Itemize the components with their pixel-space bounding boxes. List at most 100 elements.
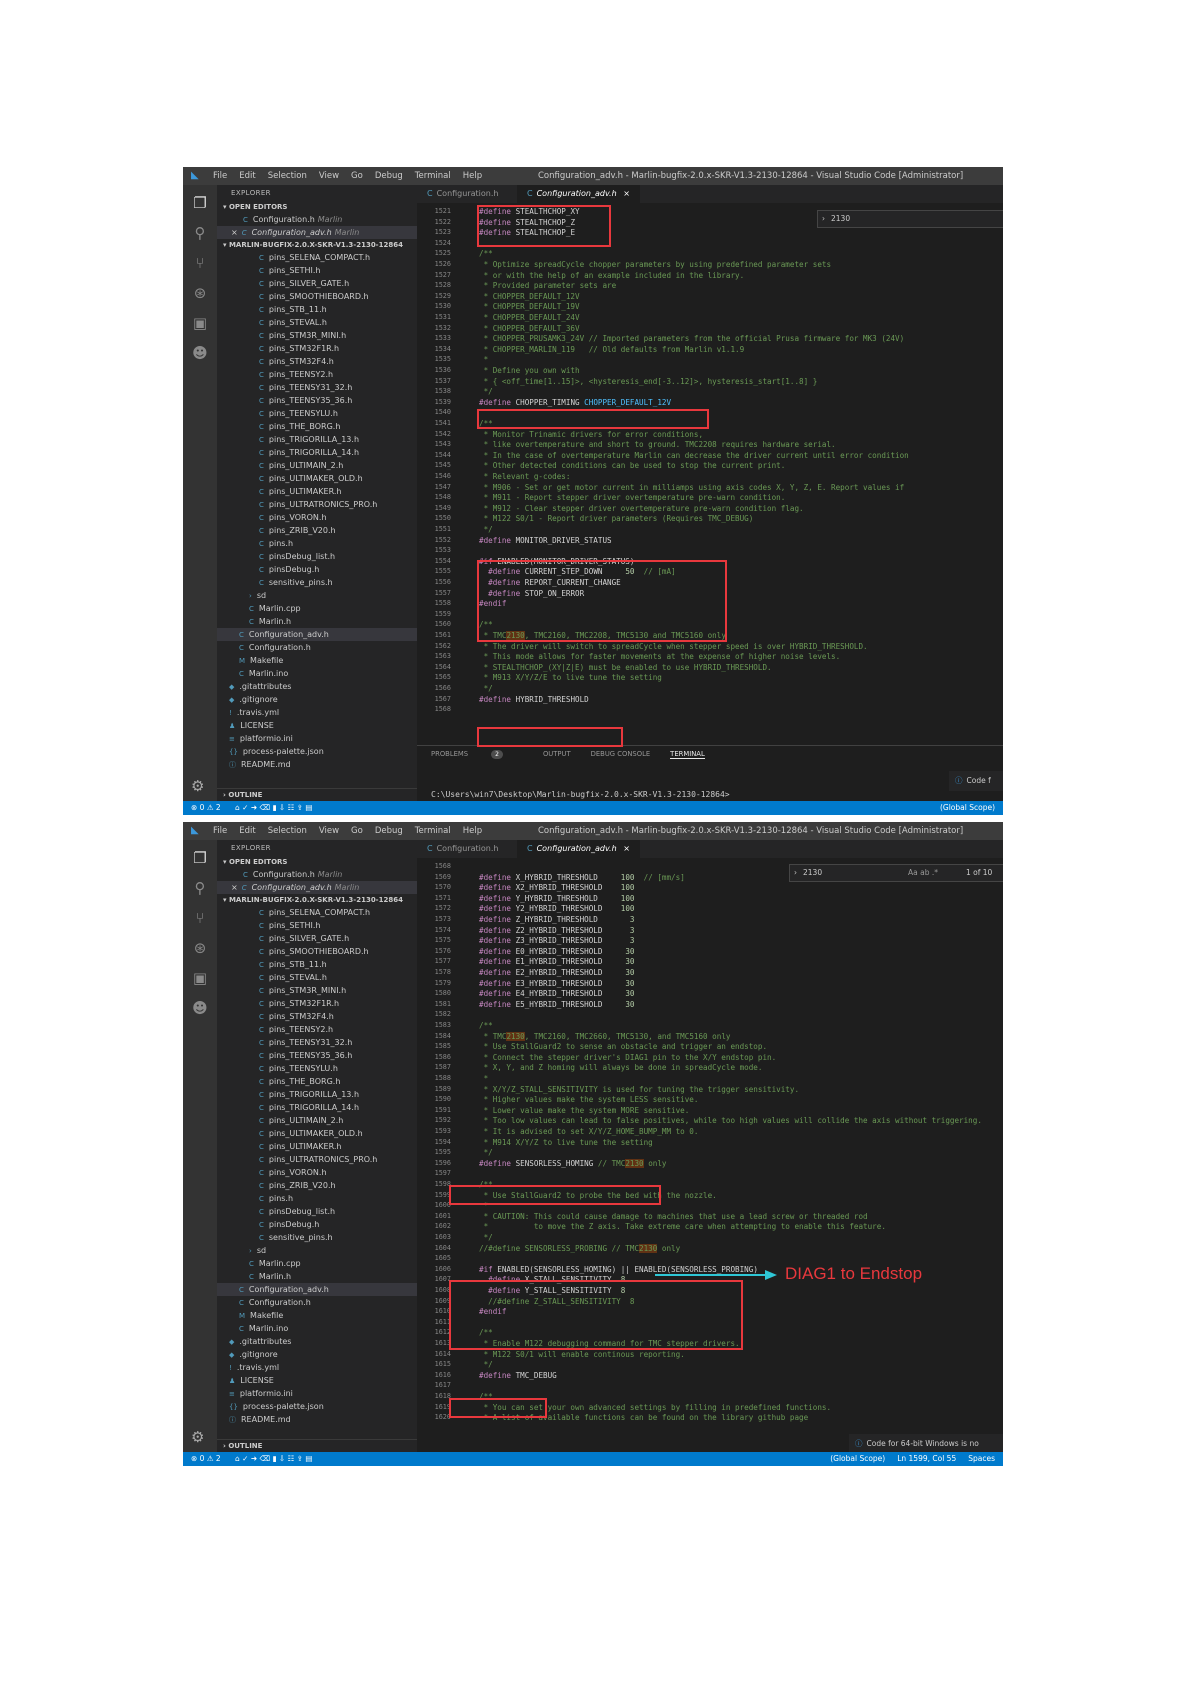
file-tree-item[interactable]: Cpins_STB_11.h — [217, 958, 417, 971]
code-line[interactable]: 1591 * Lower value make the system MORE … — [417, 1105, 1003, 1116]
menu-view[interactable]: View — [319, 826, 339, 836]
code-line[interactable]: 1571 #define Y_HYBRID_THRESHOLD 100 — [417, 893, 1003, 904]
menu-file[interactable]: File — [213, 826, 227, 836]
code-line[interactable]: 1567 #define HYBRID_THRESHOLD — [417, 694, 1003, 705]
code-line[interactable]: 1597 — [417, 1168, 1003, 1179]
status-toolbar-icons[interactable]: ⌂ ✓ ➜ ⌫ ▮ ⇩ ☷ ⇪ ▤ — [235, 1452, 313, 1466]
file-tree-item[interactable]: Cpins_TEENSY35_36.h — [217, 394, 417, 407]
file-tree-item[interactable]: Cpins_ZRIB_V20.h — [217, 1179, 417, 1192]
platformio-icon[interactable]: ☻ — [190, 343, 210, 363]
file-tree-item[interactable]: Cpins.h — [217, 1192, 417, 1205]
code-line[interactable]: 1601 * CAUTION: This could cause damage … — [417, 1211, 1003, 1222]
debug-icon[interactable]: ⊛ — [190, 283, 210, 303]
open-editor-item-active[interactable]: × C Configuration_adv.h Marlin — [217, 226, 417, 239]
code-line[interactable]: 1553 — [417, 545, 1003, 556]
find-widget[interactable]: › 2130 — [817, 210, 1003, 228]
file-tree-item[interactable]: ≡ platformio.ini — [217, 1387, 417, 1400]
file-tree-item[interactable]: Cpins_TEENSY35_36.h — [217, 1049, 417, 1062]
code-line[interactable]: 1596 #define SENSORLESS_HOMING // TMC2130… — [417, 1158, 1003, 1169]
search-icon[interactable]: ⚲ — [190, 878, 210, 898]
code-line[interactable]: 1570 #define X2_HYBRID_THRESHOLD 100 — [417, 882, 1003, 893]
code-line[interactable]: 1547 * M906 - Set or get motor current i… — [417, 482, 1003, 493]
debug-icon[interactable]: ⊛ — [190, 938, 210, 958]
menu-terminal[interactable]: Terminal — [415, 171, 451, 181]
menu-debug[interactable]: Debug — [375, 171, 403, 181]
source-control-icon[interactable]: ⑂ — [190, 253, 210, 273]
file-tree-item[interactable]: Cpins_VORON.h — [217, 511, 417, 524]
file-tree-item[interactable]: Cpins_ZRIB_V20.h — [217, 524, 417, 537]
find-input[interactable]: 2130 — [831, 214, 850, 223]
file-tree-item[interactable]: M Makefile — [217, 654, 417, 667]
tab-configuration-adv-h[interactable]: C Configuration_adv.h × — [517, 185, 640, 203]
file-tree-item[interactable]: CpinsDebug_list.h — [217, 1205, 417, 1218]
code-line[interactable]: 1588 * — [417, 1073, 1003, 1084]
status-cursor-position[interactable]: Ln 1599, Col 55 — [897, 1454, 956, 1463]
file-tree-item[interactable]: Cpins_SELENA_COMPACT.h — [217, 906, 417, 919]
code-line[interactable]: 1577 #define E1_HYBRID_THRESHOLD 30 — [417, 956, 1003, 967]
file-tree-item[interactable]: {} process-palette.json — [217, 1400, 417, 1413]
close-icon[interactable]: × — [623, 189, 630, 198]
code-line[interactable]: 1568 — [417, 704, 1003, 715]
open-editors-section[interactable]: ▾ OPEN EDITORS — [217, 201, 417, 213]
file-tree-item[interactable]: Cpins_SILVER_GATE.h — [217, 932, 417, 945]
file-tree-item[interactable]: C Configuration_adv.h — [217, 628, 417, 641]
file-tree-item[interactable]: ◆ .gitignore — [217, 1348, 417, 1361]
tab-output[interactable]: OUTPUT — [543, 750, 571, 758]
file-tree-item[interactable]: M Makefile — [217, 1309, 417, 1322]
file-tree-item[interactable]: Cpins_ULTRATRONICS_PRO.h — [217, 1153, 417, 1166]
code-line[interactable]: 1615 */ — [417, 1359, 1003, 1370]
file-tree-item[interactable]: Cpins_ULTIMAIN_2.h — [217, 1114, 417, 1127]
file-tree-item[interactable]: Cpins_STM32F1R.h — [217, 997, 417, 1010]
find-input[interactable]: 2130 — [803, 868, 822, 877]
file-tree-item[interactable]: C Marlin.h — [217, 615, 417, 628]
tab-configuration-adv-h[interactable]: C Configuration_adv.h × — [517, 840, 640, 858]
code-line[interactable]: 1537 * { <off_time[1..15]>, <hysteresis_… — [417, 376, 1003, 387]
status-indentation[interactable]: Spaces — [968, 1454, 995, 1463]
code-line[interactable]: 1592 * Too low values can lead to false … — [417, 1115, 1003, 1126]
file-tree-item[interactable]: Cpins.h — [217, 537, 417, 550]
code-line[interactable]: 1550 * M122 S0/1 - Report driver paramet… — [417, 513, 1003, 524]
code-line[interactable]: 1579 #define E3_HYBRID_THRESHOLD 30 — [417, 978, 1003, 989]
code-line[interactable]: 1548 * M911 - Report stepper driver over… — [417, 492, 1003, 503]
file-tree-item[interactable]: Cpins_THE_BORG.h — [217, 1075, 417, 1088]
tab-problems[interactable]: PROBLEMS 2 — [431, 750, 523, 759]
file-tree-item[interactable]: Cpins_STEVAL.h — [217, 316, 417, 329]
file-tree-item[interactable]: Cpins_TEENSY2.h — [217, 1023, 417, 1036]
code-line[interactable]: 1530 * CHOPPER_DEFAULT_19V — [417, 301, 1003, 312]
code-line[interactable]: 1589 * X/Y/Z_STALL_SENSITIVITY is used f… — [417, 1084, 1003, 1095]
file-tree-item[interactable]: Cpins_STM3R_MINI.h — [217, 329, 417, 342]
notification-toast[interactable]: ⓘ Code f — [949, 771, 1003, 791]
open-editor-item[interactable]: C Configuration.h Marlin — [217, 868, 417, 881]
file-tree-item[interactable]: Cpins_TRIGORILLA_14.h — [217, 446, 417, 459]
extensions-icon[interactable]: ▣ — [190, 313, 210, 333]
file-tree-item[interactable]: Cpins_STEVAL.h — [217, 971, 417, 984]
code-line[interactable]: 1617 — [417, 1380, 1003, 1391]
close-icon[interactable]: × — [231, 883, 238, 892]
file-tree-item[interactable]: Cpins_STM32F4.h — [217, 1010, 417, 1023]
code-line[interactable]: 1582 — [417, 1009, 1003, 1020]
code-line[interactable]: 1562 * The driver will switch to spreadC… — [417, 641, 1003, 652]
code-line[interactable]: 1575 #define Z3_HYBRID_THRESHOLD 3 — [417, 935, 1003, 946]
code-line[interactable]: 1584 * TMC2130, TMC2160, TMC2660, TMC513… — [417, 1031, 1003, 1042]
chevron-right-icon[interactable]: › — [794, 868, 797, 877]
code-line[interactable]: 1576 #define E0_HYBRID_THRESHOLD 30 — [417, 946, 1003, 957]
chevron-right-icon[interactable]: › — [822, 214, 825, 223]
file-tree-item[interactable]: ♟ LICENSE — [217, 1374, 417, 1387]
file-tree-item[interactable]: ◆ .gitignore — [217, 693, 417, 706]
code-editor[interactable]: 1568 1569 #define X_HYBRID_THRESHOLD 100 /… — [417, 858, 1003, 1452]
file-tree-item[interactable]: Cpins_ULTIMAKER_OLD.h — [217, 472, 417, 485]
menu-selection[interactable]: Selection — [268, 826, 307, 836]
code-line[interactable]: 1535 * — [417, 354, 1003, 365]
open-editors-section[interactable]: ▾ OPEN EDITORS — [217, 856, 417, 868]
open-editor-item-active[interactable]: × C Configuration_adv.h Marlin — [217, 881, 417, 894]
code-line[interactable]: 1534 * CHOPPER_MARLIN_119 // Old default… — [417, 344, 1003, 355]
code-line[interactable]: 1602 * to move the Z axis. Take extreme … — [417, 1221, 1003, 1232]
file-tree-item[interactable]: C Configuration.h — [217, 641, 417, 654]
file-tree-item[interactable]: Cpins_SMOOTHIEBOARD.h — [217, 945, 417, 958]
code-line[interactable]: 1536 * Define you own with — [417, 365, 1003, 376]
code-line[interactable]: 1614 * M122 S0/1 will enable continous r… — [417, 1349, 1003, 1360]
code-editor[interactable]: 1521 #define STEALTHCHOP_XY 1522 #define ST… — [417, 203, 1003, 745]
file-tree-item[interactable]: ⓘ README.md — [217, 758, 417, 771]
file-tree-item[interactable]: Csensitive_pins.h — [217, 1231, 417, 1244]
file-tree-item[interactable]: Cpins_ULTRATRONICS_PRO.h — [217, 498, 417, 511]
